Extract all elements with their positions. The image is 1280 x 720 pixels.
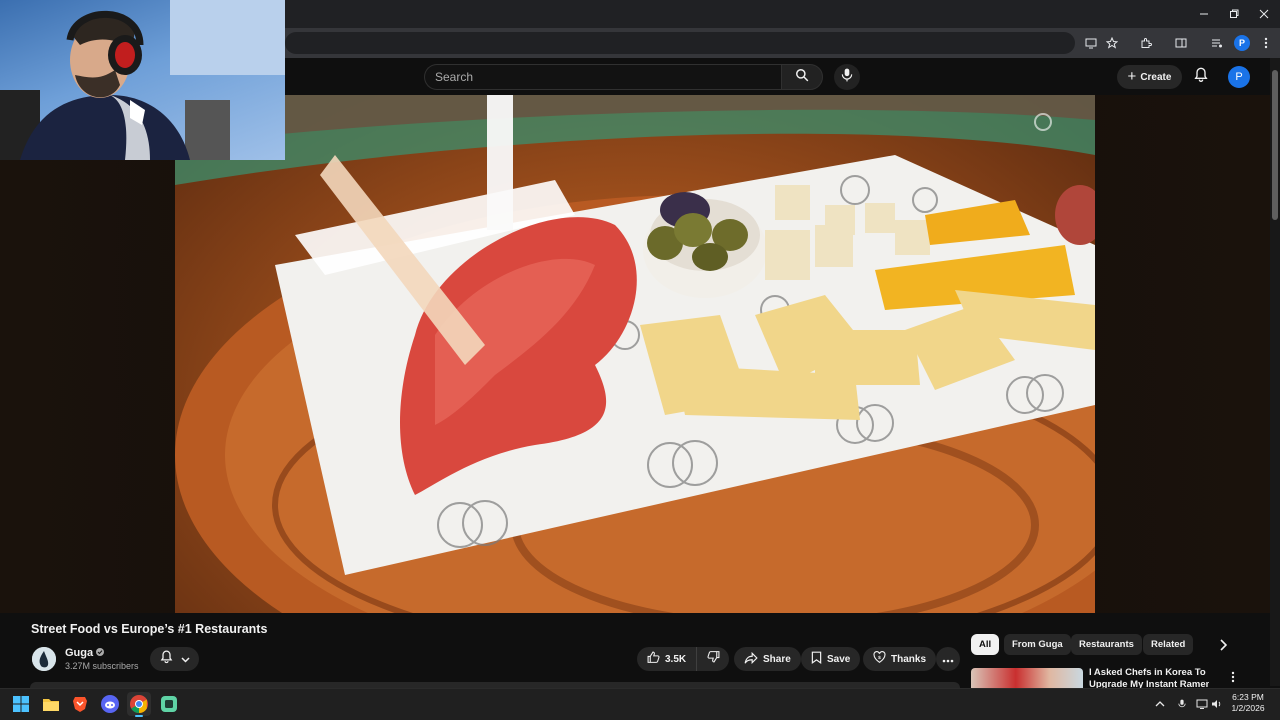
- more-horizontal-icon: [942, 652, 954, 666]
- windows-start-icon[interactable]: [9, 692, 33, 716]
- taskbar-clock[interactable]: 6:23 PM 1/2/2026: [1228, 692, 1268, 714]
- windows-taskbar: [0, 688, 1280, 720]
- bookmark-icon: [811, 651, 822, 667]
- chip-restaurants[interactable]: Restaurants: [1071, 634, 1142, 655]
- video-frame[interactable]: [175, 95, 1095, 613]
- side-panel-icon[interactable]: [1171, 33, 1191, 53]
- bell-icon: [160, 650, 173, 669]
- svg-text:$: $: [878, 655, 881, 661]
- media-controls-icon[interactable]: [1207, 33, 1227, 53]
- recommendation-title-line2: Upgrade My Instant Ramen: [1089, 679, 1209, 688]
- create-button[interactable]: + Create: [1117, 65, 1182, 89]
- thumbs-down-icon: [706, 650, 720, 668]
- more-actions-button[interactable]: [936, 647, 960, 671]
- video-title: Street Food vs Europe’s #1 Restaurants: [31, 622, 268, 636]
- green-app-icon[interactable]: [157, 692, 181, 716]
- share-button[interactable]: Share: [734, 647, 801, 671]
- active-app-indicator: [135, 715, 143, 717]
- file-explorer-icon[interactable]: [39, 692, 63, 716]
- channel-name[interactable]: Guga: [65, 647, 105, 659]
- volume-icon[interactable]: [1210, 697, 1224, 711]
- browser-profile-avatar[interactable]: P: [1234, 35, 1250, 51]
- save-label: Save: [827, 653, 851, 665]
- notifications-button[interactable]: [1190, 66, 1212, 88]
- save-button[interactable]: Save: [801, 647, 861, 671]
- discord-icon[interactable]: [98, 692, 122, 716]
- chip-from-guga[interactable]: From Guga: [1004, 634, 1071, 655]
- brave-browser-icon[interactable]: [68, 692, 92, 716]
- webcam-overlay: [0, 0, 285, 160]
- video-still-image: [175, 95, 1095, 613]
- clock-date: 1/2/2026: [1231, 703, 1265, 713]
- plus-icon: +: [1127, 68, 1137, 85]
- like-count: 3.5K: [665, 653, 687, 665]
- close-icon[interactable]: [1248, 4, 1280, 24]
- restore-icon[interactable]: [1218, 4, 1250, 24]
- tray-microphone-icon[interactable]: [1175, 697, 1189, 711]
- share-label: Share: [763, 653, 791, 665]
- like-dislike-group: 3.5K: [637, 647, 729, 671]
- chip-related[interactable]: Related: [1143, 634, 1194, 655]
- scrollbar-thumb[interactable]: [1272, 70, 1278, 220]
- chevron-down-icon: [180, 650, 190, 668]
- thumbs-up-icon: [647, 651, 660, 667]
- verified-check-icon: [96, 647, 105, 659]
- screen: P Search + Create P Street Food vs Europ…: [0, 0, 1280, 720]
- webcam-image: [0, 0, 285, 160]
- recommendation-menu-icon[interactable]: [1226, 668, 1240, 686]
- install-app-icon[interactable]: [1081, 33, 1101, 53]
- share-arrow-icon: [744, 651, 758, 667]
- thanks-label: Thanks: [891, 653, 927, 665]
- extensions-icon[interactable]: [1136, 33, 1156, 53]
- create-label: Create: [1140, 71, 1172, 83]
- clock-time: 6:23 PM: [1232, 692, 1264, 702]
- chip-all[interactable]: All: [971, 634, 1000, 655]
- channel-avatar[interactable]: [32, 647, 56, 671]
- address-bar[interactable]: [285, 32, 1075, 54]
- minimize-icon[interactable]: [1188, 4, 1220, 24]
- search-button[interactable]: [781, 64, 823, 90]
- dislike-button[interactable]: [697, 647, 729, 671]
- chrome-browser-icon[interactable]: [127, 692, 151, 716]
- subscriber-count: 3.27M subscribers: [65, 661, 139, 671]
- bell-icon: [1194, 67, 1208, 88]
- voice-search-button[interactable]: [834, 64, 860, 90]
- chips-next-icon[interactable]: [1213, 636, 1233, 654]
- super-thanks-icon: $: [873, 651, 886, 667]
- bookmark-star-icon[interactable]: [1102, 33, 1122, 53]
- recommendation-thumbnail[interactable]: [971, 668, 1083, 688]
- browser-menu-icon[interactable]: [1256, 33, 1276, 53]
- tray-overflow-icon[interactable]: [1153, 697, 1167, 711]
- recommendation-title[interactable]: I Asked Chefs in Korea To Upgrade My Ins…: [1089, 667, 1209, 688]
- like-button[interactable]: 3.5K: [637, 647, 697, 671]
- subscription-notifications-button[interactable]: [150, 647, 199, 671]
- microphone-icon: [841, 68, 853, 87]
- channel-name-label: Guga: [65, 647, 94, 659]
- network-icon[interactable]: [1195, 697, 1209, 711]
- search-input[interactable]: Search: [424, 64, 781, 90]
- recommendation-title-line1: I Asked Chefs in Korea To: [1089, 667, 1206, 678]
- search-icon: [795, 68, 809, 87]
- account-avatar[interactable]: P: [1228, 66, 1250, 88]
- thanks-button[interactable]: $ Thanks: [863, 647, 937, 671]
